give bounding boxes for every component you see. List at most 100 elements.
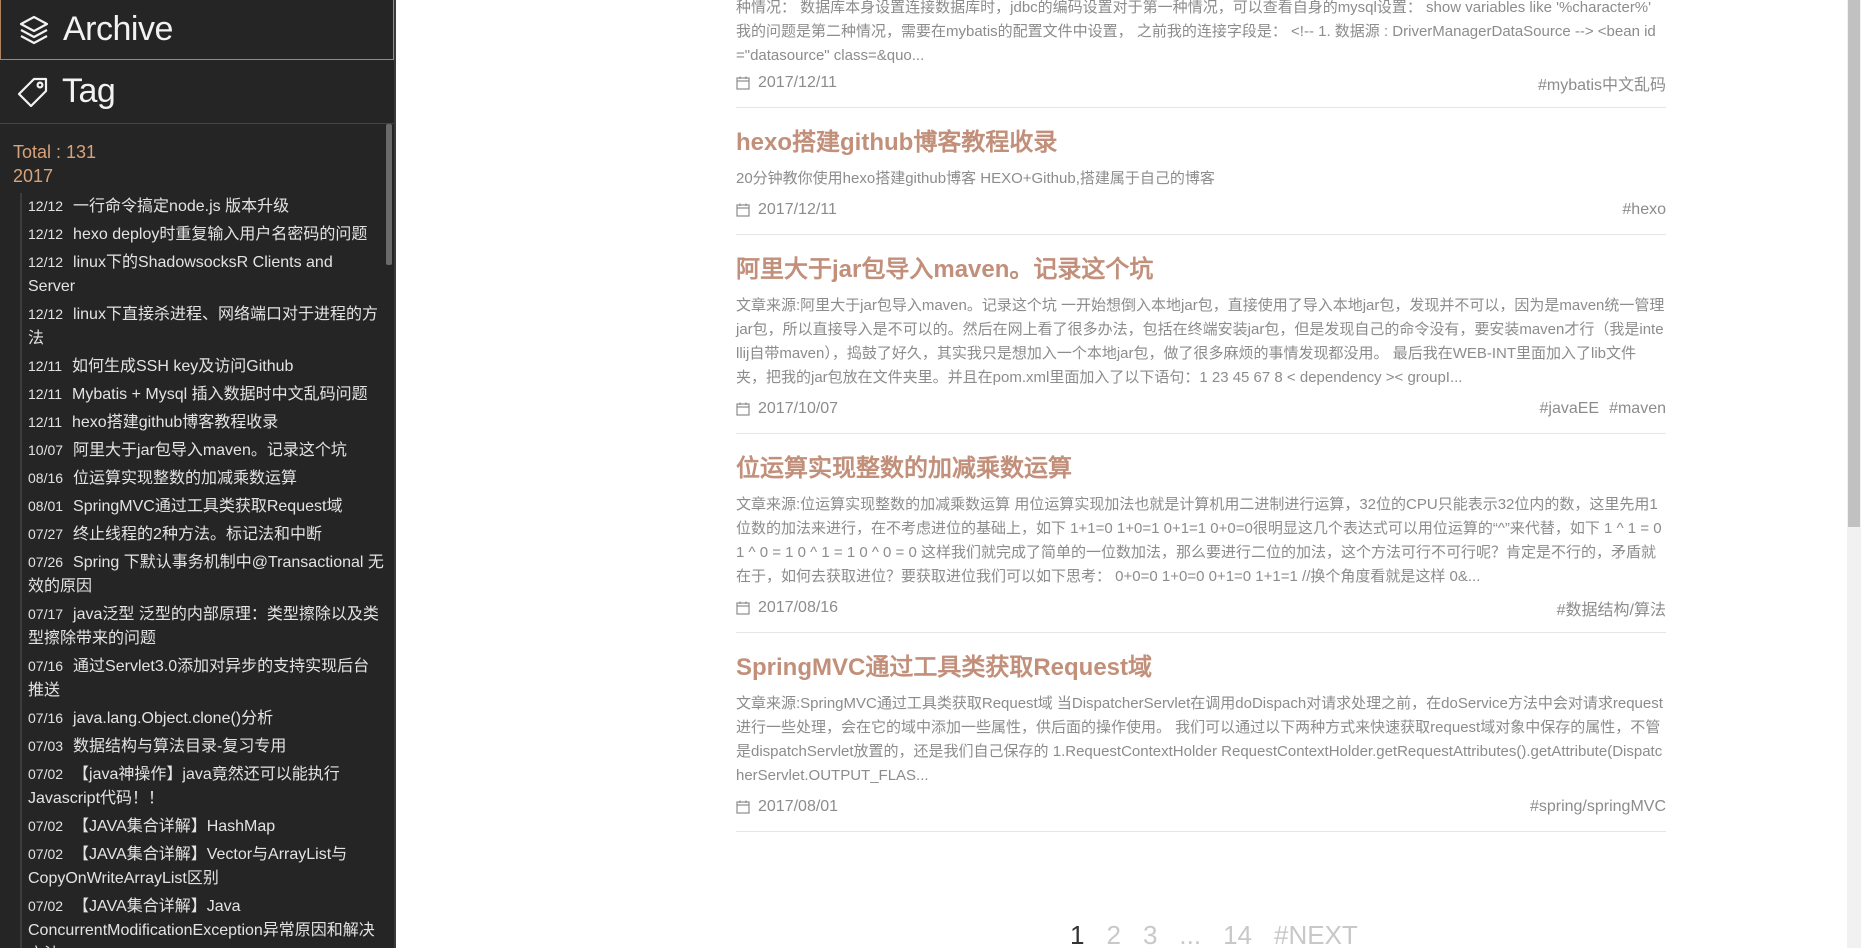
archive-item[interactable]: 07/02 【JAVA集合详解】HashMap	[28, 813, 384, 841]
post-card: 位运算实现整数的加减乘数运算 文章来源:位运算实现整数的加减乘数运算 用位运算实…	[736, 434, 1666, 633]
archive-nav-button[interactable]: Archive	[0, 0, 394, 60]
archive-item[interactable]: 12/11 如何生成SSH key及访问Github	[28, 353, 384, 381]
post-tag[interactable]: #spring/springMVC	[1530, 798, 1666, 816]
archive-item-title[interactable]: 通过Servlet3.0添加对异步的支持实现后台推送	[28, 658, 369, 699]
sidebar-scrollbar[interactable]	[386, 124, 392, 265]
archive-item-title[interactable]: 终止线程的2种方法。标记法和中断	[73, 526, 322, 543]
post-title[interactable]: hexo搭建github博客教程收录	[736, 122, 1666, 157]
page-link[interactable]: 14	[1223, 920, 1252, 951]
tag-label: Tag	[62, 72, 116, 110]
archive-item[interactable]: 07/26 Spring 下默认事务机制中@Transactional 无效的原因	[28, 549, 384, 601]
post-tag[interactable]: #maven	[1609, 400, 1666, 418]
post-date-text: 2017/08/16	[758, 599, 839, 616]
archive-item-date: 07/02	[28, 766, 64, 782]
archive-item-title[interactable]: linux下直接杀进程、网络端口对于进程的方法	[28, 306, 378, 347]
page-scrollbar-track[interactable]	[1847, 0, 1861, 948]
post-date: 2017/12/11	[736, 201, 837, 219]
archive-item-date: 10/07	[28, 442, 64, 458]
post-card: 种情况： 数据库本身设置连接数据库时，jdbc的编码设置对于第一种情况，可以查看…	[736, 0, 1666, 108]
calendar-icon	[736, 203, 750, 217]
archive-item-title[interactable]: 【JAVA集合详解】Java ConcurrentModificationExc…	[28, 898, 375, 948]
archive-item[interactable]: 12/12 linux下直接杀进程、网络端口对于进程的方法	[28, 301, 384, 353]
tag-nav-button[interactable]: Tag	[0, 60, 394, 124]
post-tag[interactable]: #mybatis中文乱码	[1538, 71, 1666, 95]
post-date: 2017/12/11	[736, 74, 837, 92]
post-title[interactable]: SpringMVC通过工具类获取Request域	[736, 647, 1666, 682]
post-meta: 2017/10/07 #javaEE #maven	[736, 397, 1666, 421]
archive-item[interactable]: 12/11 Mybatis + Mysql 插入数据时中文乱码问题	[28, 381, 384, 409]
page-link[interactable]: 3	[1143, 920, 1157, 951]
archive-item[interactable]: 12/12 hexo deploy时重复输入用户名密码的问题	[28, 221, 384, 249]
archive-item-date: 12/11	[28, 414, 62, 430]
post-date: 2017/10/07	[736, 400, 838, 418]
archive-item-date: 07/16	[28, 658, 64, 674]
post-card: SpringMVC通过工具类获取Request域 文章来源:SpringMVC通…	[736, 633, 1666, 832]
next-page-link[interactable]: #NEXT	[1274, 920, 1358, 951]
page-ellipsis: ...	[1179, 920, 1202, 950]
archive-item-title[interactable]: hexo搭建github博客教程收录	[72, 414, 278, 431]
archive-item-title[interactable]: Spring 下默认事务机制中@Transactional 无效的原因	[28, 554, 384, 595]
archive-label: Archive	[63, 10, 173, 48]
post-tags: #mybatis中文乱码	[1538, 71, 1666, 95]
post-tag[interactable]: #数据结构/算法	[1557, 596, 1666, 620]
post-meta: 2017/08/16 #数据结构/算法	[736, 596, 1666, 620]
archive-item[interactable]: 07/03 数据结构与算法目录-复习专用	[28, 733, 384, 761]
archive-item[interactable]: 10/07 阿里大于jar包导入maven。记录这个坑	[28, 437, 384, 465]
archive-item-title[interactable]: 【JAVA集合详解】Vector与ArrayList与CopyOnWriteAr…	[28, 846, 347, 887]
archive-item-title[interactable]: java泛型 泛型的内部原理：类型擦除以及类型擦除带来的问题	[28, 606, 379, 647]
archive-item[interactable]: 07/16 通过Servlet3.0添加对异步的支持实现后台推送	[28, 653, 384, 705]
total-count: Total : 131	[13, 142, 97, 162]
archive-item-title[interactable]: 一行命令搞定node.js 版本升级	[73, 198, 289, 215]
post-title[interactable]: 位运算实现整数的加减乘数运算	[736, 448, 1666, 483]
archive-item-date: 12/11	[28, 386, 62, 402]
post-excerpt: 种情况： 数据库本身设置连接数据库时，jdbc的编码设置对于第一种情况，可以查看…	[736, 0, 1656, 64]
archive-list: 12/12 一行命令搞定node.js 版本升级 12/12 hexo deploy…	[20, 193, 384, 948]
archive-item[interactable]: 08/16 位运算实现整数的加减乘数运算	[28, 465, 384, 493]
archive-item-title[interactable]: 阿里大于jar包导入maven。记录这个坑	[73, 442, 347, 459]
post-tag[interactable]: #hexo	[1622, 201, 1666, 219]
calendar-icon	[736, 800, 750, 814]
archive-item[interactable]: 12/11 hexo搭建github博客教程收录	[28, 409, 384, 437]
archive-item-title[interactable]: java.lang.Object.clone()分析	[73, 710, 273, 727]
archive-item-date: 12/12	[28, 254, 64, 270]
calendar-icon	[736, 402, 750, 416]
calendar-icon	[736, 76, 750, 90]
archive-item[interactable]: 07/17 java泛型 泛型的内部原理：类型擦除以及类型擦除带来的问题	[28, 601, 384, 653]
post-date: 2017/08/01	[736, 798, 838, 816]
archive-item[interactable]: 07/02 【JAVA集合详解】Vector与ArrayList与CopyOnWr…	[28, 841, 384, 893]
archive-item[interactable]: 07/16 java.lang.Object.clone()分析	[28, 705, 384, 733]
post-card: hexo搭建github博客教程收录 20分钟教你使用hexo搭建github博…	[736, 108, 1666, 235]
archive-item-date: 07/02	[28, 846, 64, 862]
archive-item-title[interactable]: Mybatis + Mysql 插入数据时中文乱码问题	[72, 386, 368, 403]
archive-item-title[interactable]: hexo deploy时重复输入用户名密码的问题	[73, 226, 367, 243]
archive-item-date: 07/17	[28, 606, 64, 622]
archive-item[interactable]: 07/02 【JAVA集合详解】Java ConcurrentModificati…	[28, 893, 384, 948]
archive-panel: Total : 131 2017 12/12 一行命令搞定node.js 版本升级…	[0, 124, 394, 948]
page-current: 1	[1070, 920, 1085, 950]
post-tags: #spring/springMVC	[1530, 798, 1666, 816]
archive-item-title[interactable]: 如何生成SSH key及访问Github	[72, 358, 293, 375]
archive-item[interactable]: 07/27 终止线程的2种方法。标记法和中断	[28, 521, 384, 549]
post-date-text: 2017/08/01	[758, 798, 839, 815]
archive-item[interactable]: 08/01 SpringMVC通过工具类获取Request域	[28, 493, 384, 521]
archive-item-title[interactable]: linux下的ShadowsocksR Clients and Server	[28, 254, 333, 295]
post-excerpt: 文章来源:位运算实现整数的加减乘数运算 用位运算实现加法也就是计算机用二进制进行…	[736, 496, 1662, 585]
post-tag[interactable]: #javaEE	[1539, 400, 1599, 418]
post-date: 2017/08/16	[736, 599, 838, 617]
post-meta: 2017/08/01 #spring/springMVC	[736, 795, 1666, 819]
post-card: 阿里大于jar包导入maven。记录这个坑 文章来源:阿里大于jar包导入mav…	[736, 235, 1666, 434]
archive-item[interactable]: 12/12 linux下的ShadowsocksR Clients and Ser…	[28, 249, 384, 301]
post-title[interactable]: 阿里大于jar包导入maven。记录这个坑	[736, 249, 1666, 284]
archive-item-title[interactable]: 位运算实现整数的加减乘数运算	[73, 470, 297, 487]
archive-item-title[interactable]: SpringMVC通过工具类获取Request域	[73, 498, 342, 515]
archive-item-title[interactable]: 【java神操作】java竟然还可以能执行Javascript代码！！	[28, 766, 340, 807]
archive-item-date: 07/26	[28, 554, 64, 570]
post-date-text: 2017/10/07	[758, 400, 839, 417]
post-excerpt: 20分钟教你使用hexo搭建github博客 HEXO+Github,搭建属于自…	[736, 170, 1215, 187]
archive-item-title[interactable]: 【JAVA集合详解】HashMap	[73, 818, 275, 835]
page-scrollbar-thumb[interactable]	[1848, 0, 1860, 527]
archive-item[interactable]: 12/12 一行命令搞定node.js 版本升级	[28, 193, 384, 221]
archive-item-title[interactable]: 数据结构与算法目录-复习专用	[73, 738, 286, 755]
archive-item[interactable]: 07/02 【java神操作】java竟然还可以能执行Javascript代码！！	[28, 761, 384, 813]
page-link[interactable]: 2	[1106, 920, 1120, 951]
